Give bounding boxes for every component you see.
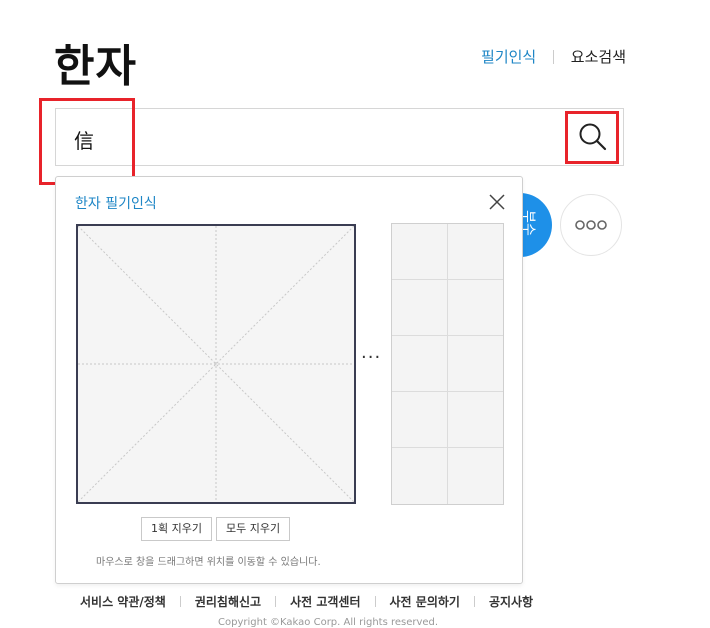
search-button[interactable] [573, 117, 613, 157]
candidate-cell[interactable] [447, 224, 503, 280]
footer-link-report[interactable]: 권리침해신고 [195, 593, 261, 610]
search-value[interactable]: 信 [74, 125, 94, 154]
top-nav: 필기인식 요소검색 [481, 46, 626, 67]
footer-divider [374, 596, 376, 607]
element-search-link[interactable]: 요소검색 [571, 48, 626, 66]
candidate-cell[interactable] [447, 280, 503, 336]
more-button[interactable] [560, 194, 622, 256]
footer-divider [275, 596, 277, 607]
footer-divider [473, 596, 475, 607]
candidate-cell[interactable] [392, 392, 448, 448]
handwriting-panel[interactable]: 한자 필기인식 ··· 1획 지우기 모두 지우기 마우스로 창을 드래그하면 … [55, 176, 523, 584]
search-input[interactable]: 信 [55, 108, 624, 166]
drawing-canvas[interactable] [76, 224, 356, 504]
copyright: Copyright ©Kakao Corp. All rights reserv… [218, 617, 439, 628]
footer-link-support[interactable]: 사전 고객센터 [290, 593, 360, 610]
footer-divider [179, 596, 181, 607]
footer-links: 서비스 약관/정책 권리침해신고 사전 고객센터 사전 문의하기 공지사항 [80, 593, 533, 610]
drag-hint: 마우스로 창을 드래그하면 위치를 이동할 수 있습니다. [96, 557, 321, 568]
candidate-cell[interactable] [392, 336, 448, 392]
page-title: 한자 [54, 41, 137, 92]
footer-link-terms[interactable]: 서비스 약관/정책 [80, 593, 166, 610]
handwriting-link[interactable]: 필기인식 [481, 48, 536, 66]
candidate-cell[interactable] [392, 280, 448, 336]
panel-title: 한자 필기인식 [75, 196, 157, 212]
canvas-guides [78, 226, 354, 502]
canvas-controls: 1획 지우기 모두 지우기 [141, 517, 291, 541]
footer-link-notice[interactable]: 공지사항 [489, 593, 533, 610]
clear-stroke-button[interactable]: 1획 지우기 [141, 517, 212, 541]
search-icon [579, 123, 607, 151]
more-icon [575, 220, 607, 230]
nav-divider [553, 50, 555, 64]
candidate-cell[interactable] [447, 336, 503, 392]
candidate-cell[interactable] [447, 448, 503, 504]
candidate-grid [391, 223, 504, 505]
candidate-cell[interactable] [392, 224, 448, 280]
candidate-cell[interactable] [447, 392, 503, 448]
close-icon[interactable] [488, 193, 506, 211]
candidate-cell[interactable] [392, 448, 448, 504]
footer-link-inquiry[interactable]: 사전 문의하기 [390, 593, 460, 610]
clear-all-button[interactable]: 모두 지우기 [215, 517, 291, 541]
more-candidates-indicator: ··· [361, 347, 382, 368]
